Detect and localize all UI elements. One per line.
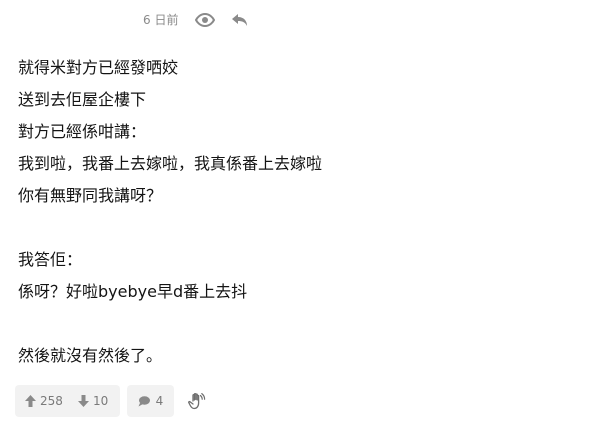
comment-bubble-icon xyxy=(138,395,150,406)
upvote-button[interactable]: 258 xyxy=(25,385,63,417)
post-meta-row: 6 日前 xyxy=(0,8,599,32)
upvote-count: 258 xyxy=(40,394,63,408)
downvote-count: 10 xyxy=(93,394,109,408)
post-line: 我答佢： xyxy=(18,250,83,269)
post-line: 送到去佢屋企樓下 xyxy=(18,90,147,109)
post-actions: 258 10 4 xyxy=(15,385,315,417)
arrow-up-icon xyxy=(25,395,36,407)
hand-icon[interactable] xyxy=(185,389,209,413)
comment-button[interactable]: 4 xyxy=(127,385,174,417)
vote-box: 258 10 xyxy=(15,385,120,417)
arrow-down-icon xyxy=(78,395,89,407)
post-line: 就得米對方已經發哂姣 xyxy=(18,58,179,77)
post-line: 對方已經係咁講： xyxy=(18,122,147,141)
post-line: 然後就沒有然後了。 xyxy=(18,346,163,365)
downvote-button[interactable]: 10 xyxy=(78,385,108,417)
post-content: 就得米對方已經發哂姣 送到去佢屋企樓下 對方已經係咁講： 我到啦，我番上去嫁啦，… xyxy=(18,52,578,372)
post-timestamp: 6 日前 xyxy=(143,13,179,27)
comment-count: 4 xyxy=(155,394,164,408)
post-line: 你有無野同我講呀？ xyxy=(18,186,163,205)
post-line: 我到啦，我番上去嫁啦，我真係番上去嫁啦 xyxy=(18,154,323,173)
eye-icon[interactable] xyxy=(194,9,216,31)
post-line: 係呀？好啦byebye早d番上去抖 xyxy=(18,282,248,301)
reply-icon[interactable] xyxy=(229,9,251,31)
